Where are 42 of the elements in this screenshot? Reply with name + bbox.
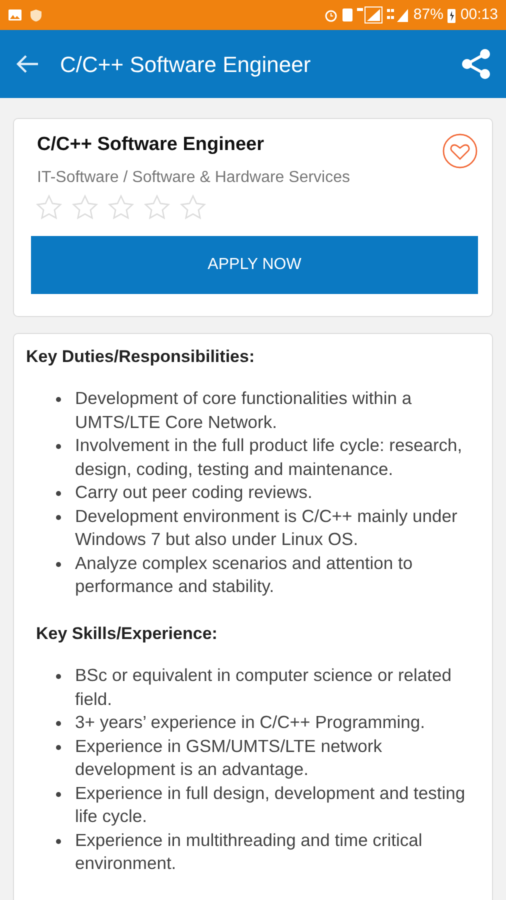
bullet-icon: [56, 838, 61, 844]
shield-icon: [30, 8, 42, 22]
bullet-icon: [56, 562, 61, 566]
bullet-icon: [56, 444, 61, 449]
alarm-icon: [324, 8, 338, 22]
list-item-text: Carry out peer coding reviews.: [75, 481, 312, 504]
list-item-text: Experience in full design, development and testing life cycle.: [75, 782, 466, 828]
list-item-text: Experience in GSM/UMTS/LTE network development is an advantage.: [75, 734, 383, 781]
signal-icon: [357, 6, 384, 24]
list-item-text: Development of core functionalities within a UMTS/LTE Core Network.: [75, 387, 413, 434]
battery-icon: [447, 8, 456, 22]
section-heading: Key Skills/Experience:: [36, 622, 218, 644]
list-item-text: Development environment is C/C++ mainly under Windows 7 but also under Linux OS.: [75, 504, 458, 551]
screen-title: C/C++ Software Engineer: [60, 50, 311, 79]
sim-icon: [342, 8, 354, 22]
bullet-icon: [56, 514, 61, 520]
bullet-icon: [56, 674, 61, 679]
image-icon: [8, 9, 22, 21]
bullet-icon: [56, 721, 61, 726]
bullet-icon: [56, 744, 61, 750]
star-icon: [35, 194, 63, 222]
star-icon: [107, 194, 135, 222]
star-icon: [143, 194, 171, 222]
back-icon[interactable]: [16, 54, 40, 74]
apply-button[interactable]: APPLY NOW: [31, 236, 478, 294]
bullet-icon: [56, 491, 61, 496]
list-item-text: Analyze complex scenarios and attention to performance and stability.: [75, 552, 414, 598]
star-icon: [179, 194, 207, 222]
list-item-text: 3+ years’ experience in C/C++ Programming.: [75, 711, 425, 734]
job-title: C/C++ Software Engineer: [37, 133, 266, 157]
star-icon: [71, 194, 99, 222]
clock-time: 00:13: [460, 4, 498, 25]
list-item-text: BSc or equivalent in computer science or related field.: [75, 664, 452, 710]
battery-percent: 87%: [413, 4, 444, 25]
share-icon[interactable]: [460, 48, 492, 80]
job-category: IT-Software / Software & Hardware Services: [37, 168, 351, 188]
signal-icon: [387, 7, 410, 23]
bullet-icon: [56, 792, 61, 796]
list-item-text: Involvement in the full product life cycle: research, design, coding, testing and maintenance.: [75, 434, 464, 481]
section-heading: Key Duties/Responsibilities:: [26, 346, 256, 368]
list-item-text: Experience in multithreading and time critical environment.: [75, 828, 424, 875]
bullet-icon: [56, 397, 61, 402]
